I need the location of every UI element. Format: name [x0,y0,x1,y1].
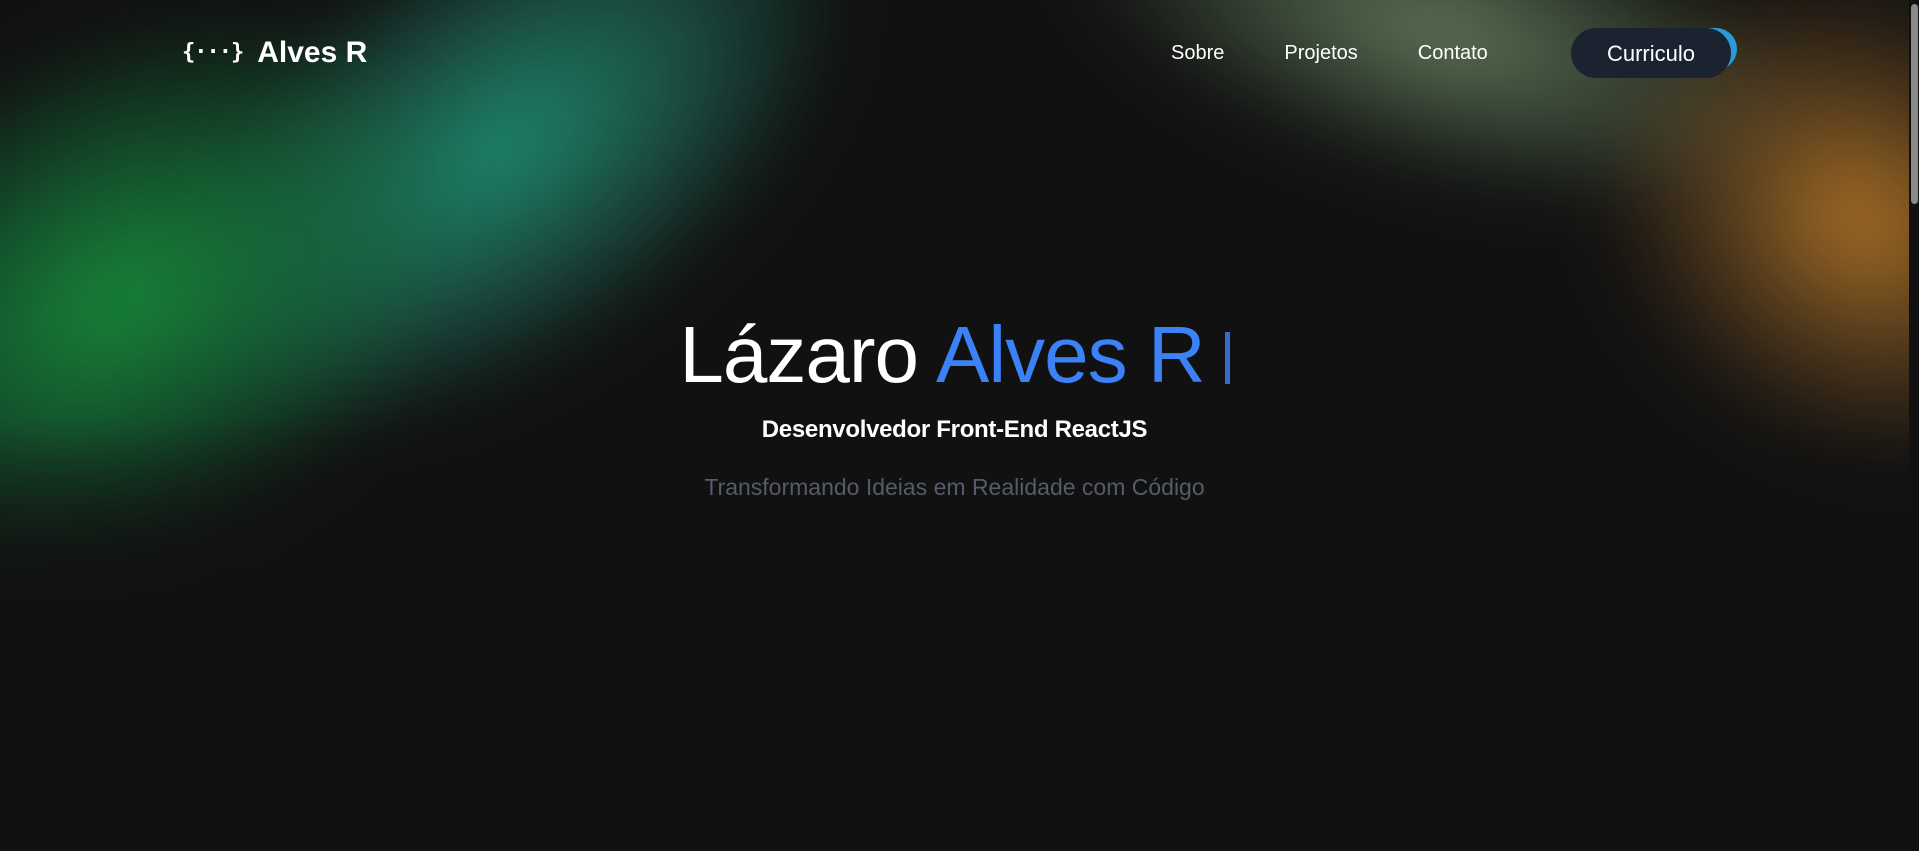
typing-cursor [1224,332,1230,384]
main-nav: Sobre Projetos Contato [1171,36,1488,70]
hero-title: Lázaro Alves R [0,300,1909,410]
logo-text: Alves R [257,36,368,69]
hero-role: Desenvolvedor Front-End ReactJS [761,416,1148,443]
curriculo-button[interactable]: Curriculo [1571,28,1731,78]
hero-last-name: Alves R [935,310,1206,399]
hero-first-name: Lázaro [679,310,919,399]
nav-link-contato[interactable]: Contato [1418,36,1488,70]
nav-link-sobre[interactable]: Sobre [1171,36,1224,70]
code-braces-icon: {···} [182,40,244,65]
site-header: {···} Alves R Sobre Projetos Contato Cur… [0,0,1919,104]
nav-link-projetos[interactable]: Projetos [1284,36,1357,70]
hero-section: Lázaro Alves R Desenvolvedor Front-End Re… [0,300,1909,504]
hero-tagline: Transformando Ideias em Realidade com Có… [704,474,1205,500]
logo[interactable]: {···} Alves R [182,33,367,73]
scrollbar-thumb[interactable] [1911,4,1918,204]
